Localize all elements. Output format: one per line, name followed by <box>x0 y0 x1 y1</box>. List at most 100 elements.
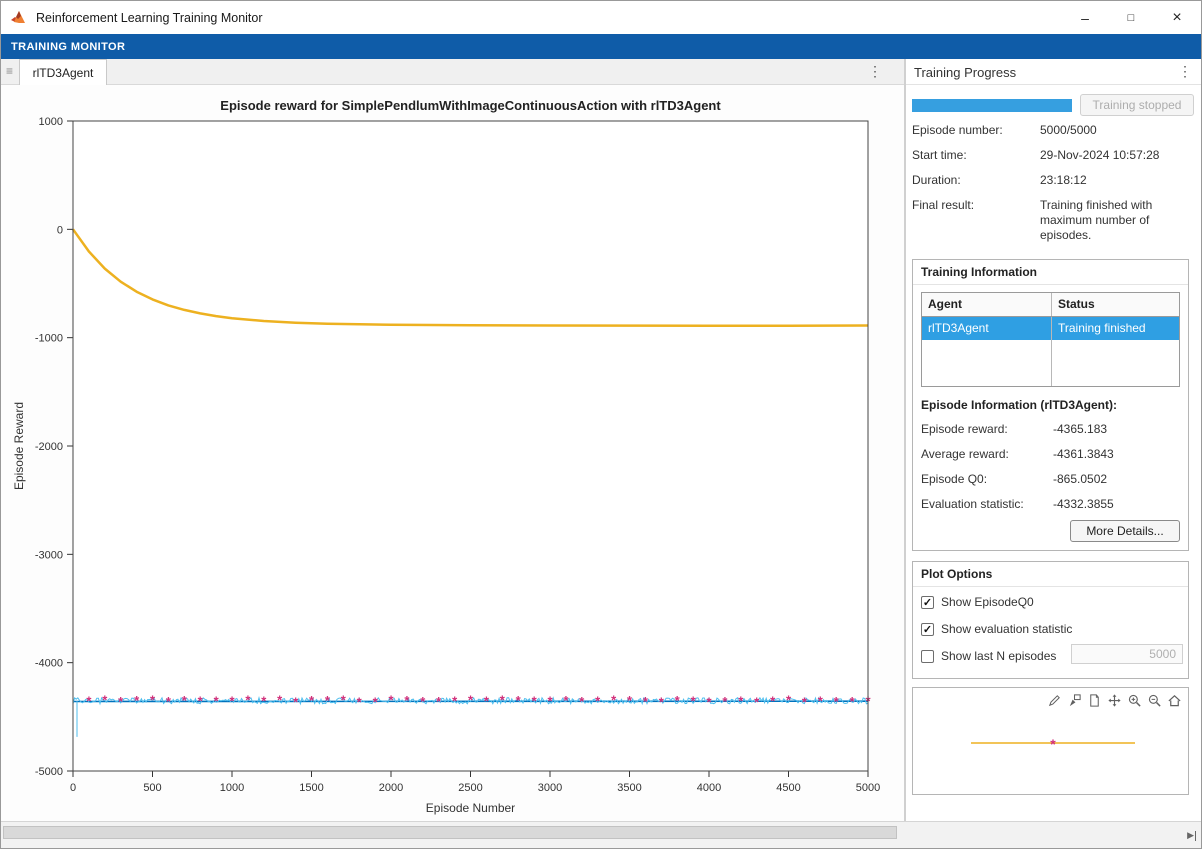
training-information-group: Training Information Agent Status rlTD3A… <box>912 259 1189 551</box>
training-progress-panel: Training Progress ⋮ Training stopped Epi… <box>906 59 1201 821</box>
grip-icon[interactable]: ≡ <box>6 64 13 78</box>
checkbox-label: Show evaluation statistic <box>941 622 1073 636</box>
group-title: Plot Options <box>921 567 993 581</box>
episode-information-title: Episode Information (rlTD3Agent): <box>921 398 1117 412</box>
svg-text:1000: 1000 <box>39 116 63 128</box>
divider <box>913 284 1188 285</box>
svg-text:0: 0 <box>70 782 76 794</box>
show-last-n-episodes-checkbox[interactable] <box>921 649 934 663</box>
export-icon[interactable] <box>1086 692 1103 709</box>
svg-text:Episode Number: Episode Number <box>426 801 515 815</box>
field-label: Final result: <box>912 198 975 212</box>
minimize-button[interactable]: – <box>1062 1 1108 34</box>
zoom-in-icon[interactable] <box>1126 692 1143 709</box>
home-icon[interactable] <box>1166 692 1183 709</box>
more-details-button[interactable]: More Details... <box>1070 520 1180 542</box>
training-progress-bar <box>912 99 1072 112</box>
table-header-row: Agent Status <box>922 293 1179 317</box>
svg-text:3500: 3500 <box>617 782 641 794</box>
figure-area: 1000 0 -1000 -2000 -3000 -4000 -5000 0 500 1000 15… <box>1 85 904 821</box>
panel-header: Training Progress ⋮ <box>906 59 1201 85</box>
svg-text:2500: 2500 <box>458 782 482 794</box>
checkbox-label: Show EpisodeQ0 <box>941 595 1034 609</box>
panel-title: Training Progress <box>914 65 1017 80</box>
table-empty-area <box>922 340 1179 386</box>
svg-text:Episode Reward: Episode Reward <box>12 402 26 490</box>
svg-text:5000: 5000 <box>856 782 880 794</box>
zoom-out-icon[interactable] <box>1146 692 1163 709</box>
field-value: -4365.183 <box>1053 422 1108 436</box>
option-show-last-n-episodes: Show last N episodes <box>921 648 1056 664</box>
maximize-button[interactable]: □ <box>1108 1 1154 34</box>
svg-text:500: 500 <box>143 782 161 794</box>
document-menu-kebab-icon[interactable]: ⋮ <box>868 63 882 80</box>
svg-text:1000: 1000 <box>220 782 244 794</box>
brush-icon[interactable] <box>1046 692 1063 709</box>
svg-text:-3000: -3000 <box>35 549 63 561</box>
option-show-episodeq0: ✓ Show EpisodeQ0 <box>921 594 1034 610</box>
field-label: Duration: <box>912 173 961 187</box>
field-label: Start time: <box>912 148 967 162</box>
panel-menu-kebab-icon[interactable]: ⋮ <box>1178 63 1192 80</box>
training-stopped-button[interactable]: Training stopped <box>1080 94 1194 116</box>
agent-status-table: Agent Status rlTD3Agent Training finishe… <box>921 292 1180 387</box>
svg-text:4000: 4000 <box>697 782 721 794</box>
show-episodeq0-checkbox[interactable]: ✓ <box>921 595 934 609</box>
column-header-status[interactable]: Status <box>1052 293 1179 316</box>
field-value: -865.0502 <box>1053 472 1108 486</box>
horizontal-scrollbar: ▶ <box>1 821 1201 848</box>
window-controls: – □ × <box>1062 1 1200 34</box>
tab-training-monitor[interactable]: TRAINING MONITOR <box>1 41 135 53</box>
field-value: 23:18:12 <box>1040 173 1087 187</box>
svg-text:3000: 3000 <box>538 782 562 794</box>
field-label: Average reward: <box>921 447 1009 461</box>
svg-text:-4000: -4000 <box>35 658 63 670</box>
panel-expander-icon[interactable]: ▶ <box>1187 830 1196 841</box>
show-evaluation-statistic-checkbox[interactable]: ✓ <box>921 622 934 636</box>
title-bar: Reinforcement Learning Training Monitor … <box>1 1 1201 34</box>
field-value: -4332.3855 <box>1053 497 1114 511</box>
cell-status: Training finished <box>1058 321 1146 335</box>
svg-text:-5000: -5000 <box>35 766 63 778</box>
field-value: 29-Nov-2024 10:57:28 <box>1040 148 1160 162</box>
table-row[interactable]: rlTD3Agent Training finished <box>922 317 1179 340</box>
field-label: Episode number: <box>912 123 1003 137</box>
matlab-logo-icon <box>11 10 25 23</box>
scrollbar-thumb[interactable] <box>3 826 897 839</box>
app-window: Reinforcement Learning Training Monitor … <box>0 0 1202 849</box>
axes-toolbar <box>1046 692 1183 709</box>
checkbox-label: Show last N episodes <box>941 649 1057 663</box>
document-tabstrip: ≡ rlTD3Agent ⋮ <box>1 59 904 85</box>
plot-options-group: Plot Options ✓ Show EpisodeQ0 ✓ Show eva… <box>912 561 1189 679</box>
svg-text:2000: 2000 <box>379 782 403 794</box>
progress-fill <box>912 99 1072 112</box>
episode-reward-chart[interactable]: 1000 0 -1000 -2000 -3000 -4000 -5000 0 500 1000 15… <box>1 85 904 821</box>
last-n-episodes-input[interactable] <box>1071 644 1183 664</box>
svg-text:*: * <box>1050 736 1056 752</box>
divider <box>913 586 1188 587</box>
tab-rltd3agent[interactable]: rlTD3Agent <box>19 59 107 85</box>
field-value: -4361.3843 <box>1053 447 1114 461</box>
cell-agent: rlTD3Agent <box>922 317 1052 340</box>
field-value: Training finished with maximum number of… <box>1040 198 1153 242</box>
option-show-evaluation-statistic: ✓ Show evaluation statistic <box>921 621 1072 637</box>
field-label: Episode Q0: <box>921 472 988 486</box>
column-header-agent[interactable]: Agent <box>922 293 1052 316</box>
field-label: Evaluation statistic: <box>921 497 1024 511</box>
document-panel: ≡ rlTD3Agent ⋮ 1000 0 -1000 -2000 -3000 -4000… <box>1 59 904 821</box>
toolstrip: TRAINING MONITOR <box>1 34 1201 59</box>
plot-thumbnail: * <box>912 687 1189 795</box>
svg-text:1500: 1500 <box>299 782 323 794</box>
close-button[interactable]: × <box>1154 1 1200 34</box>
svg-text:-1000: -1000 <box>35 333 63 345</box>
field-label: Episode reward: <box>921 422 1008 436</box>
pan-icon[interactable] <box>1106 692 1123 709</box>
svg-text:0: 0 <box>57 224 63 236</box>
datatip-icon[interactable] <box>1066 692 1083 709</box>
svg-text:Episode reward for SimplePendl: Episode reward for SimplePendlumWithImag… <box>220 98 721 113</box>
window-title: Reinforcement Learning Training Monitor <box>36 10 263 25</box>
svg-text:4500: 4500 <box>776 782 800 794</box>
group-title: Training Information <box>921 265 1037 279</box>
field-value: 5000/5000 <box>1040 123 1097 137</box>
svg-text:-2000: -2000 <box>35 441 63 453</box>
